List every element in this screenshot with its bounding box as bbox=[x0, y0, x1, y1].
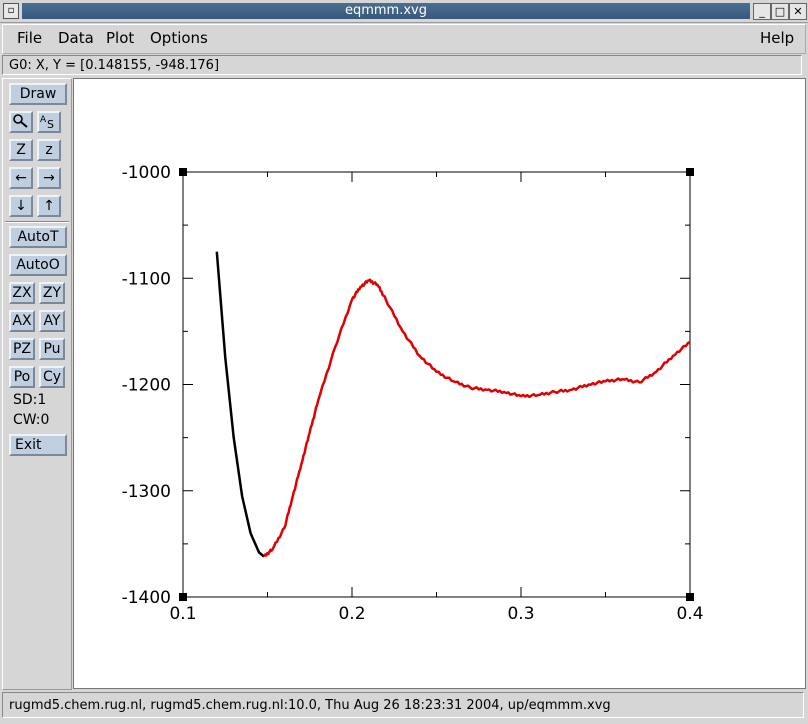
pu-button[interactable]: Pu bbox=[39, 338, 65, 360]
x-tick-label: 0.1 bbox=[169, 604, 196, 624]
cw-label: CW:0 bbox=[13, 412, 50, 428]
po-button[interactable]: Po bbox=[9, 366, 35, 388]
x-tick-label: 0.3 bbox=[507, 604, 534, 624]
svg-text:A: A bbox=[40, 115, 47, 125]
autoscale-button[interactable]: A S bbox=[37, 111, 61, 133]
as-icon: A S bbox=[40, 115, 54, 131]
zx-button[interactable]: ZX bbox=[9, 282, 35, 304]
menu-options[interactable]: Options bbox=[150, 29, 208, 47]
autoo-button[interactable]: AutoO bbox=[9, 254, 67, 276]
scroll-left-button[interactable]: ← bbox=[9, 167, 33, 189]
chart: 0.1 0.2 0.3 0.4 -1000 -1100 -1200 -1300 -1400 bbox=[122, 163, 704, 624]
menu-file[interactable]: File bbox=[17, 29, 42, 47]
zy-button[interactable]: ZY bbox=[39, 282, 65, 304]
zoom-in-button[interactable]: Z bbox=[9, 139, 33, 161]
series-line-black bbox=[215, 251, 265, 558]
y-tick-label: -1200 bbox=[122, 376, 171, 396]
autot-button[interactable]: AutoT bbox=[9, 226, 67, 248]
window-titlebar: ▫ eqmmm.xvg _ □ ✕ bbox=[0, 0, 808, 23]
cy-button[interactable]: Cy bbox=[39, 366, 65, 388]
coordinate-readout: G0: X, Y = [0.148155, -948.176] bbox=[2, 55, 802, 75]
minimize-icon[interactable]: _ bbox=[753, 3, 771, 20]
pz-button[interactable]: PZ bbox=[9, 338, 35, 360]
exit-button[interactable]: Exit bbox=[9, 434, 67, 456]
window-title: eqmmm.xvg bbox=[344, 3, 427, 18]
draw-button[interactable]: Draw bbox=[9, 83, 67, 105]
ay-button[interactable]: AY bbox=[39, 310, 65, 332]
zoom-out-button[interactable]: z bbox=[37, 139, 61, 161]
svg-text:S: S bbox=[47, 118, 54, 129]
tool-separator bbox=[5, 221, 69, 223]
x-tick-label: 0.2 bbox=[338, 604, 365, 624]
status-bar: rugmd5.chem.rug.nl, rugmd5.chem.rug.nl:1… bbox=[2, 692, 804, 718]
menu-plot[interactable]: Plot bbox=[106, 29, 134, 47]
scroll-up-button[interactable]: ↑ bbox=[37, 195, 61, 217]
menubar: File Data Plot Options Help bbox=[2, 24, 806, 54]
zoom-button[interactable] bbox=[9, 111, 33, 133]
x-tick-label: 0.4 bbox=[676, 604, 703, 624]
scroll-down-button[interactable]: ↓ bbox=[9, 195, 33, 217]
y-tick-label: -1400 bbox=[122, 588, 171, 608]
y-tick-label: -1100 bbox=[122, 269, 171, 289]
tool-panel: Draw A S Z z ← → ↓ ↑ AutoT AutoO ZX ZY A… bbox=[2, 78, 72, 690]
scroll-right-button[interactable]: → bbox=[37, 167, 61, 189]
window-menu-icon[interactable]: ▫ bbox=[3, 3, 19, 19]
title-background: eqmmm.xvg bbox=[22, 3, 750, 19]
plot-canvas[interactable]: 0.1 0.2 0.3 0.4 -1000 -1100 -1200 -1300 -1400 bbox=[73, 78, 806, 689]
y-tick-label: -1300 bbox=[122, 482, 171, 502]
sd-label: SD:1 bbox=[13, 392, 47, 408]
ax-button[interactable]: AX bbox=[9, 310, 35, 332]
maximize-icon[interactable]: □ bbox=[771, 3, 789, 20]
menu-help[interactable]: Help bbox=[760, 29, 794, 47]
menu-data[interactable]: Data bbox=[58, 29, 94, 47]
y-tick-label: -1000 bbox=[122, 163, 171, 183]
series-line-red bbox=[262, 278, 691, 558]
plot-frame bbox=[182, 171, 691, 598]
magnifier-icon bbox=[13, 114, 28, 128]
close-icon[interactable]: ✕ bbox=[789, 3, 807, 20]
